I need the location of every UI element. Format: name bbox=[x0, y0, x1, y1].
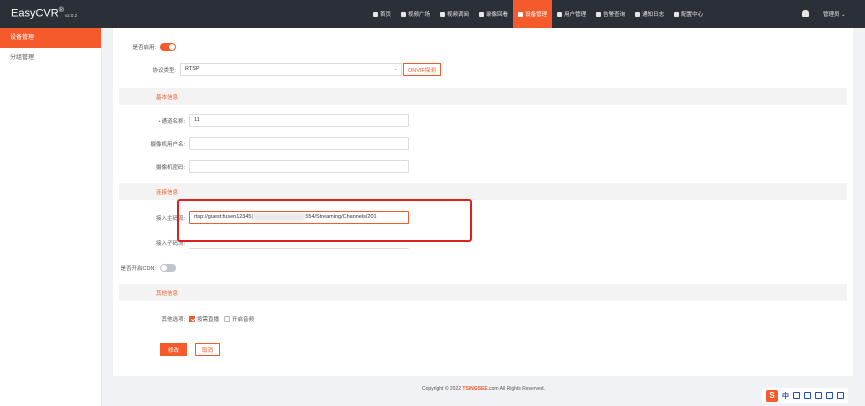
nav-home[interactable]: 首页 bbox=[368, 0, 396, 28]
nav-notify-log[interactable]: 通知日志 bbox=[630, 0, 669, 28]
menu-grid-icon[interactable] bbox=[837, 392, 844, 399]
chevron-down-icon: ⌄ bbox=[393, 66, 398, 72]
nav-alarm-query[interactable]: 告警查询 bbox=[591, 0, 630, 28]
sidebar-item-device-management[interactable]: 设备管理 bbox=[0, 28, 101, 48]
cdn-label: 是否开启CDN: bbox=[120, 265, 156, 272]
nav-user-management[interactable]: 用户管理 bbox=[552, 0, 591, 28]
section-connection-info: 连接信息 bbox=[119, 183, 847, 200]
main-nav: 首页 视频广场 视频调阅 录像回看 设备管理 用户管理 告警查询 通知日志 配置… bbox=[368, 0, 708, 28]
sidebar-item-group-management[interactable]: 分组管理 bbox=[0, 48, 101, 68]
enabled-label: 是否启用: bbox=[132, 44, 156, 51]
section-basic-info: 基本信息 bbox=[119, 88, 847, 105]
nav-config-center[interactable]: 配置中心 bbox=[669, 0, 708, 28]
app-logo[interactable]: EasyCVR®v2.0.2 bbox=[11, 7, 77, 20]
nav-video-square[interactable]: 视频广场 bbox=[396, 0, 435, 28]
bell-icon bbox=[635, 11, 641, 17]
sogou-s-icon[interactable]: S bbox=[766, 389, 778, 402]
skin-icon[interactable] bbox=[826, 392, 833, 399]
section-other-info: 其他信息 bbox=[119, 284, 847, 301]
punctuation-icon[interactable] bbox=[793, 392, 800, 399]
camera-username-label: 摄像机用户名: bbox=[150, 141, 185, 148]
channel-name-label: 通道名称: bbox=[161, 118, 185, 125]
cdn-toggle[interactable] bbox=[160, 263, 176, 272]
device-form-card: 是否启用: 协议类型: RTSP ⌄ ONVIF探测 基本信息 •通道名称: 11… bbox=[113, 28, 853, 376]
nav-video-view[interactable]: 视频调阅 bbox=[435, 0, 474, 28]
protocol-select[interactable]: RTSP ⌄ bbox=[180, 63, 402, 76]
audio-checkbox[interactable]: 开启音频 bbox=[224, 315, 254, 323]
mic-icon[interactable] bbox=[804, 392, 811, 399]
user-icon bbox=[557, 11, 563, 17]
device-icon bbox=[518, 11, 524, 17]
chinese-mode-toggle[interactable]: 中 bbox=[782, 391, 789, 401]
grid-icon bbox=[440, 11, 446, 17]
cancel-button[interactable]: 取消 bbox=[195, 343, 221, 356]
enabled-toggle[interactable] bbox=[160, 42, 176, 51]
footer-copyright: Copyright © 2022 TSINGSEE.com All Rights… bbox=[422, 386, 545, 392]
notification-bell-icon[interactable] bbox=[802, 10, 809, 17]
on-demand-checkbox[interactable]: 按需直播 bbox=[189, 315, 219, 323]
onvif-detect-button[interactable]: ONVIF探测 bbox=[403, 63, 441, 76]
other-options-label: 其他选项: bbox=[161, 316, 185, 323]
play-icon bbox=[401, 11, 407, 17]
top-navbar: EasyCVR®v2.0.2 首页 视频广场 视频调阅 录像回看 设备管理 用户… bbox=[0, 0, 865, 28]
camera-password-label: 摄像机密码: bbox=[155, 164, 185, 171]
keyboard-icon[interactable] bbox=[815, 392, 822, 399]
ime-toolbar: S 中 bbox=[762, 388, 848, 403]
alarm-icon bbox=[596, 11, 602, 17]
camera-password-input[interactable]: ◌ bbox=[189, 160, 409, 173]
eye-icon[interactable]: ◌ bbox=[402, 161, 405, 172]
highlight-annotation-box bbox=[177, 199, 472, 242]
camera-username-input[interactable] bbox=[189, 137, 409, 150]
save-button[interactable]: 修改 bbox=[160, 343, 188, 356]
video-icon bbox=[479, 11, 485, 17]
sidebar: 设备管理 分组管理 bbox=[0, 28, 102, 406]
home-icon bbox=[373, 11, 378, 17]
gear-icon bbox=[674, 11, 680, 17]
nav-playback[interactable]: 录像回看 bbox=[474, 0, 513, 28]
protocol-label: 协议类型: bbox=[152, 67, 176, 74]
channel-name-input[interactable]: 11 bbox=[189, 114, 409, 127]
user-menu[interactable]: 管理员 ⌄ bbox=[823, 10, 846, 18]
nav-device-management[interactable]: 设备管理 bbox=[513, 0, 553, 28]
